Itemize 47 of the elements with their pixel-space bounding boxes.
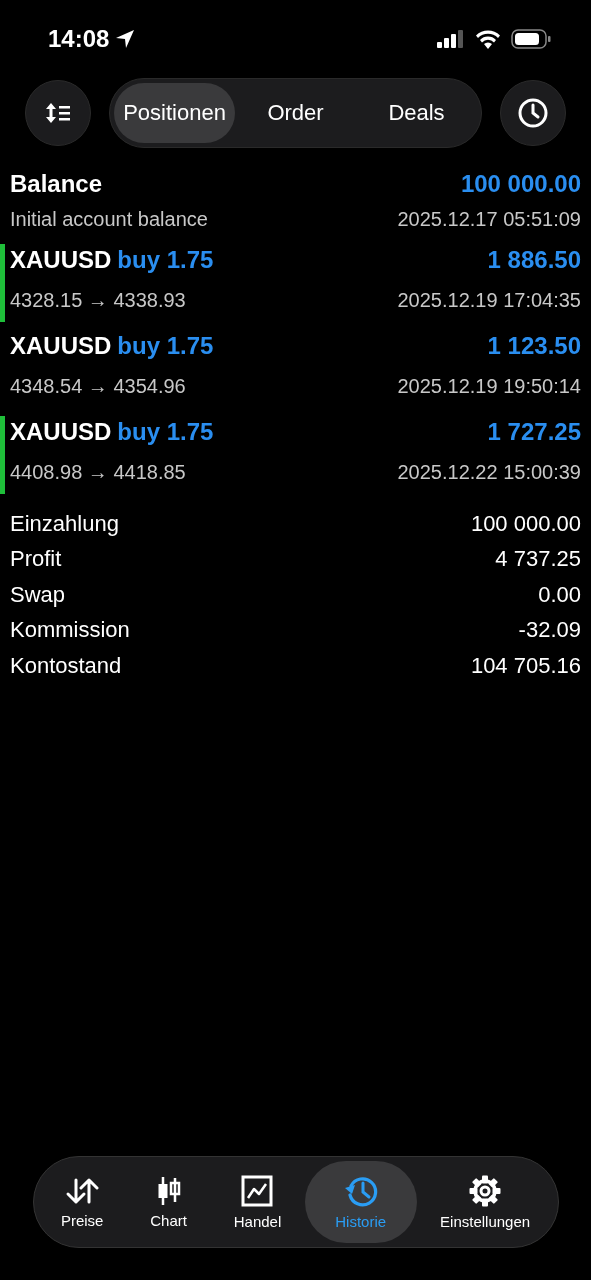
- summary-label: Swap: [10, 581, 66, 608]
- price-range: 4328.15 → 4338.93: [10, 288, 187, 312]
- amount-value: 100 000.00: [459, 170, 581, 198]
- tab-item[interactable]: Handel: [210, 1161, 305, 1243]
- trade-volume: buy 1.75: [117, 418, 214, 445]
- sort-icon: [45, 101, 71, 125]
- summary-label: Kommission: [10, 617, 130, 644]
- history-icon: [343, 1174, 378, 1207]
- segment-tab[interactable]: Deals: [356, 83, 477, 143]
- symbol-name: XAUUSD: [10, 246, 112, 273]
- deal-time: 2025.12.19 19:50:14: [397, 374, 581, 398]
- price-range: 4408.98 → 4418.85: [10, 460, 187, 484]
- clock-icon: [517, 97, 549, 129]
- trade-volume: buy 1.75: [117, 332, 214, 359]
- settings-icon: [469, 1174, 502, 1207]
- tab-item[interactable]: Historie: [304, 1161, 417, 1243]
- amount-value: 1 727.25: [486, 418, 581, 446]
- summary-label: Kontostand: [10, 652, 122, 679]
- segment-tab[interactable]: Positionen: [114, 83, 235, 143]
- symbol-name: XAUUSD: [10, 332, 112, 359]
- summary-label: Einzahlung: [10, 510, 119, 537]
- summary-value: 104 705.16: [470, 652, 581, 679]
- price-range: 4348.54 → 4354.96: [10, 374, 187, 398]
- tab-item[interactable]: Chart: [126, 1161, 211, 1243]
- line-chart-icon: [241, 1174, 274, 1207]
- trade-volume: buy 1.75: [117, 246, 214, 273]
- battery-icon: [511, 29, 551, 49]
- summary-value: -32.09: [518, 617, 581, 644]
- location-icon: [115, 29, 136, 49]
- wifi-icon: [475, 29, 501, 49]
- tab-item[interactable]: Einstellungen: [416, 1161, 554, 1243]
- signal-icon: [437, 30, 465, 48]
- deal-time: 2025.12.22 15:00:39: [397, 460, 581, 484]
- summary-value: 0.00: [538, 581, 581, 608]
- tab-item[interactable]: Preise: [37, 1161, 127, 1243]
- summary-label: Profit: [10, 546, 62, 573]
- symbol-name: XAUUSD: [10, 418, 112, 445]
- clock-time: 14:08: [48, 25, 110, 53]
- segment-tab[interactable]: Order: [235, 83, 356, 143]
- deal-time: 2025.12.19 17:04:35: [397, 288, 581, 312]
- deal-comment: Initial account balance: [10, 207, 209, 231]
- amount-value: 1 886.50: [486, 246, 581, 274]
- deal-title: Balance: [10, 170, 103, 197]
- summary-value: 100 000.00: [470, 510, 581, 537]
- amount-value: 1 123.50: [486, 332, 581, 360]
- deal-time: 2025.12.17 05:51:09: [397, 207, 581, 231]
- summary-value: 4 737.25: [495, 546, 581, 573]
